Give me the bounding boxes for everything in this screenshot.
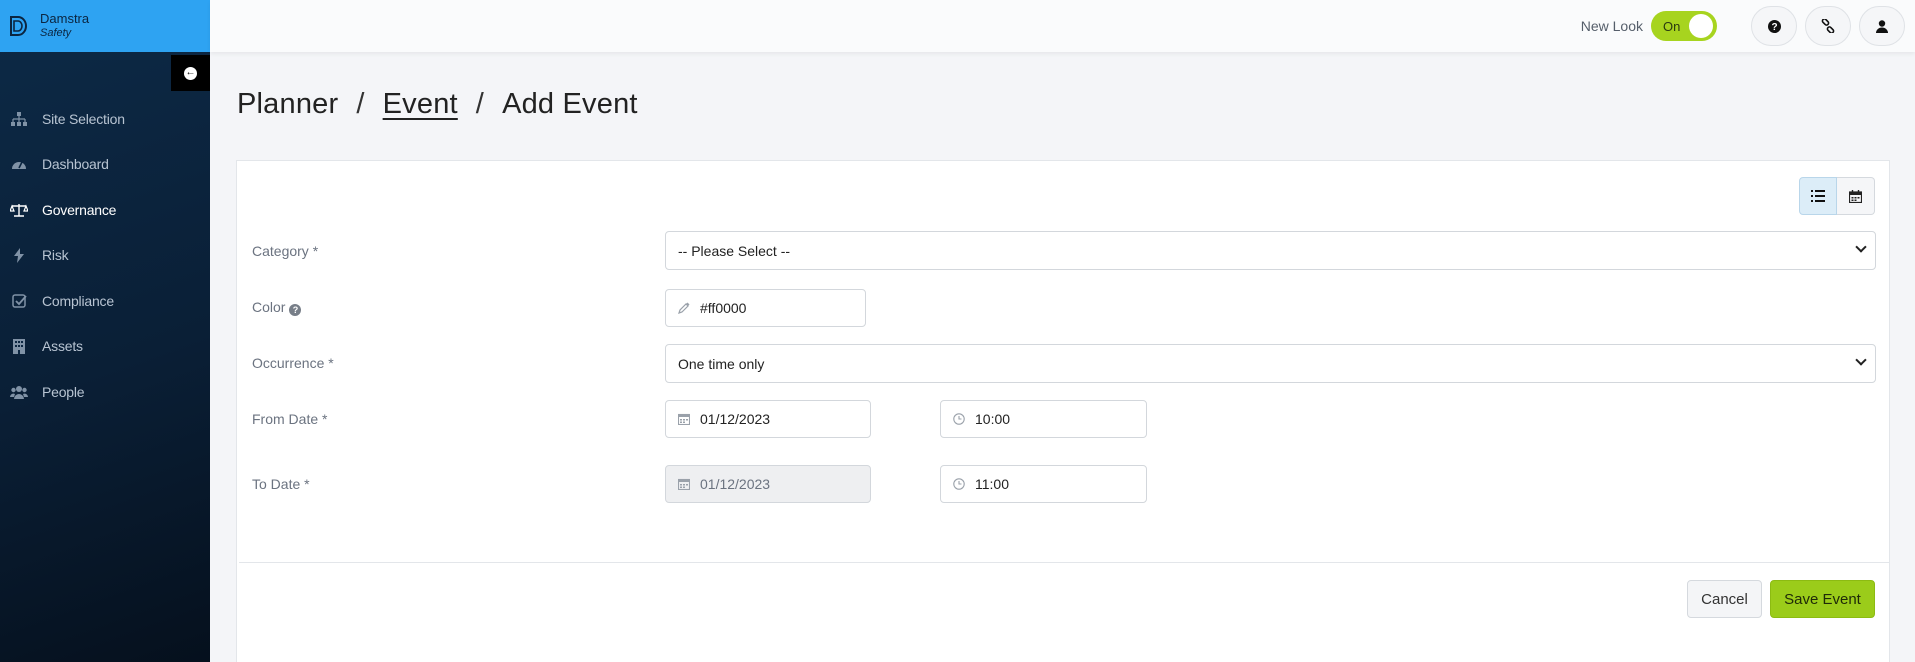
color-field[interactable]: #ff0000 [665,289,866,327]
category-label: Category * [252,243,319,259]
chevron-down-icon [1855,354,1867,366]
svg-text:?: ? [1771,22,1777,33]
save-event-button[interactable]: Save Event [1770,580,1875,618]
to-time-value: 11:00 [975,476,1009,492]
new-look-label: New Look [1580,18,1643,34]
help-circle-icon[interactable]: ? [289,304,302,316]
damstra-logo-icon [10,16,27,36]
from-time-input[interactable]: 10:00 [940,400,1147,438]
list-icon [1811,190,1825,202]
user-icon [1876,19,1888,33]
breadcrumb-planner: Planner [237,88,339,120]
color-label-text: Color [252,299,286,315]
top-bar: New Look On ? [210,0,1915,52]
breadcrumb-event-link[interactable]: Event [383,88,458,121]
chevron-down-icon [1855,241,1867,253]
calendar-icon [1849,189,1862,203]
cancel-button[interactable]: Cancel [1687,580,1762,618]
sidebar-nav: Site Selection Dashboard Governance Risk… [0,96,210,415]
to-time-input[interactable]: 11:00 [940,465,1147,503]
list-view-button[interactable] [1799,177,1837,215]
occurrence-value: One time only [678,355,765,372]
sidebar-item-site-selection[interactable]: Site Selection [0,96,210,142]
breadcrumb-separator: / [475,88,485,120]
eyedropper-icon [678,302,692,314]
sidebar-item-assets[interactable]: Assets [0,324,210,370]
balance-scale-icon [10,202,28,218]
form-footer-divider [239,562,1889,563]
category-select[interactable]: -- Please Select -- [665,231,1876,270]
clock-icon [953,413,967,425]
brand-name: Damstra [40,11,90,26]
sidebar-item-label: Site Selection [42,110,125,127]
sidebar-item-label: Dashboard [42,156,109,173]
from-date-value: 01/12/2023 [700,411,771,427]
calendar-icon [678,478,692,490]
brand-subtitle: Safety [40,27,72,39]
to-date-value: 01/12/2023 [700,476,771,492]
from-time-value: 10:00 [975,411,1011,427]
links-button[interactable] [1805,6,1851,46]
bolt-icon [10,247,28,263]
color-label: Color? [252,299,302,316]
breadcrumb: Planner / Event / Add Event [237,88,638,121]
to-date-label: To Date * [252,476,310,492]
occurrence-label: Occurrence * [252,355,334,371]
sidebar-item-people[interactable]: People [0,369,210,415]
sidebar-item-dashboard[interactable]: Dashboard [0,142,210,188]
new-look-toggle[interactable]: On [1651,11,1717,41]
toggle-knob [1689,14,1713,38]
calendar-view-button[interactable] [1837,177,1875,215]
sidebar-item-label: Governance [42,201,117,218]
dashboard-icon [10,156,28,172]
users-icon [10,384,28,400]
sidebar-item-risk[interactable]: Risk [0,233,210,279]
occurrence-select[interactable]: One time only [665,344,1876,383]
link-icon [1821,19,1835,33]
sidebar-item-label: People [42,383,85,400]
page-title: Add Event [502,88,638,120]
sidebar: Damstra Safety ← Site Selection Dashboar… [0,0,210,662]
sitemap-icon [10,111,28,127]
toggle-state-text: On [1663,19,1681,34]
collapse-sidebar-button[interactable]: ← [171,55,210,91]
sidebar-item-label: Risk [42,247,69,264]
arrow-left-icon: ← [184,66,197,80]
help-icon: ? [1767,19,1781,33]
breadcrumb-separator: / [356,88,365,120]
check-square-icon [10,293,28,309]
category-value: -- Please Select -- [678,242,791,259]
sidebar-item-compliance[interactable]: Compliance [0,278,210,324]
view-toggle-group [1799,177,1875,215]
user-menu-button[interactable] [1859,6,1905,46]
color-value: #ff0000 [700,300,747,316]
sidebar-item-governance[interactable]: Governance [0,187,210,233]
building-icon [10,338,28,354]
add-event-form-card: Category * -- Please Select -- Color? #f… [236,160,1890,662]
to-date-input: 01/12/2023 [665,465,871,503]
calendar-icon [678,413,692,425]
help-button[interactable]: ? [1751,6,1797,46]
from-date-input[interactable]: 01/12/2023 [665,400,871,438]
sidebar-item-label: Compliance [42,292,114,309]
brand-header[interactable]: Damstra Safety [0,0,210,52]
sidebar-item-label: Assets [42,338,83,355]
clock-icon [953,478,967,490]
from-date-label: From Date * [252,411,328,427]
